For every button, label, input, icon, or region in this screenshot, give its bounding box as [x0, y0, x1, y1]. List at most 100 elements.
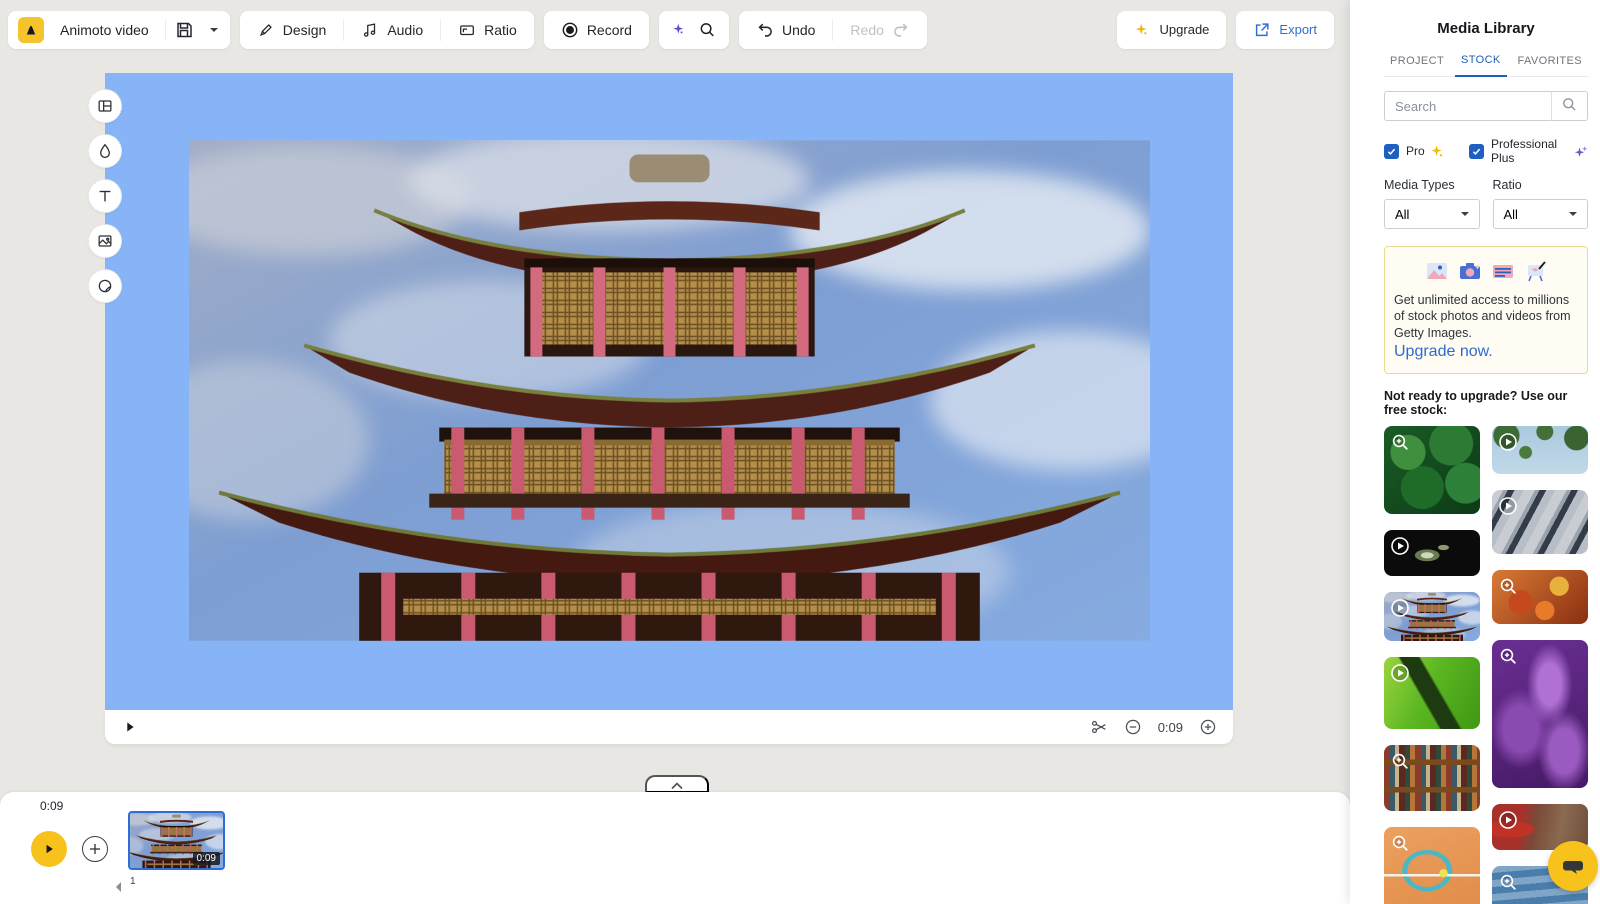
zoom-icon: [1498, 872, 1518, 892]
record-group: Record: [544, 11, 649, 49]
zoom-icon: [1390, 751, 1410, 771]
layout-icon: [96, 97, 114, 115]
timeline-play-button[interactable]: [31, 831, 67, 867]
edit-group: Design Audio Ratio: [240, 11, 534, 49]
timeline-expand-handle[interactable]: [645, 775, 709, 793]
chevron-down-icon: [1461, 212, 1469, 220]
toolbar-right: Upgrade Export: [1117, 11, 1334, 49]
plus-icon: [89, 843, 101, 855]
chevron-up-icon: [670, 782, 684, 790]
tab-stock[interactable]: STOCK: [1455, 54, 1507, 77]
check-icon: [1471, 146, 1482, 157]
stock-thumb-jellyfish[interactable]: [1492, 640, 1588, 788]
pagoda-video-frame[interactable]: [189, 140, 1150, 641]
chat-button[interactable]: [1548, 841, 1598, 891]
search-input[interactable]: [1385, 99, 1551, 114]
history-group: Undo Redo: [739, 11, 927, 49]
stock-thumb-flower-dark[interactable]: [1384, 530, 1480, 576]
stock-thumb-pagoda[interactable]: [1384, 592, 1480, 641]
stock-thumb-palms[interactable]: [1492, 426, 1588, 474]
sparkle-icon: [1134, 21, 1152, 39]
play-icon: [1390, 663, 1410, 683]
ratio-filter-label: Ratio: [1493, 178, 1589, 192]
export-button[interactable]: Export: [1236, 11, 1334, 49]
ratio-button[interactable]: Ratio: [441, 11, 534, 49]
stock-grid-column-left: [1384, 426, 1480, 904]
playback-bar: 0:09: [105, 710, 1233, 744]
zoom-out-button[interactable]: [1124, 718, 1142, 736]
droplet-icon: [96, 142, 114, 160]
undo-label: Undo: [782, 22, 815, 38]
record-label: Record: [587, 22, 632, 38]
side-tool-rail: [88, 89, 122, 303]
upgrade-group: Upgrade: [1117, 11, 1227, 49]
stock-thumb-bridge[interactable]: [1492, 490, 1588, 554]
stock-thumb-basil[interactable]: [1384, 426, 1480, 514]
audio-button[interactable]: Audio: [344, 11, 440, 49]
design-button[interactable]: Design: [240, 11, 344, 49]
pro-label: Pro: [1406, 144, 1425, 158]
video-canvas[interactable]: [105, 73, 1233, 710]
upsell-text: Get unlimited access to millions of stoc…: [1394, 292, 1578, 341]
media-types-label: Media Types: [1384, 178, 1480, 192]
image-icon: [96, 232, 114, 250]
free-stock-heading: Not ready to upgrade? Use our free stock…: [1384, 389, 1588, 417]
stickers-tool-button[interactable]: [88, 269, 122, 303]
redo-icon: [892, 21, 910, 39]
save-button[interactable]: [166, 11, 202, 49]
scissors-icon: [1090, 718, 1108, 736]
text-tool-button[interactable]: [88, 179, 122, 213]
pro-sparkle-icon: [1430, 144, 1445, 159]
play-icon: [42, 842, 56, 856]
magic-search-button[interactable]: [659, 11, 729, 49]
save-options-dropdown[interactable]: [202, 11, 230, 49]
scroll-left-icon[interactable]: [111, 882, 121, 892]
play-button[interactable]: [121, 710, 139, 744]
animoto-logo-icon[interactable]: [18, 17, 44, 43]
media-library-tabs: PROJECT STOCK FAVORITES: [1384, 54, 1588, 77]
export-icon: [1253, 21, 1271, 39]
project-title[interactable]: Animoto video: [44, 22, 165, 38]
ratio-label: Ratio: [484, 22, 517, 38]
stock-thumb-autumn[interactable]: [1492, 570, 1588, 624]
add-block-button[interactable]: [82, 836, 108, 862]
pro-checkbox[interactable]: [1384, 144, 1399, 159]
zoom-icon: [1498, 646, 1518, 666]
professional-plus-filter: Professional Plus: [1469, 137, 1588, 165]
filter-dropdowns: Media Types All Ratio All: [1384, 178, 1588, 229]
professional-plus-checkbox[interactable]: [1469, 144, 1484, 159]
ratio-dropdown[interactable]: All: [1493, 199, 1589, 229]
stock-thumb-tennis[interactable]: [1384, 827, 1480, 904]
stock-grid: [1384, 426, 1588, 904]
layout-tool-button[interactable]: [88, 89, 122, 123]
minus-circle-icon: [1124, 718, 1142, 736]
playback-controls: 0:09: [1090, 718, 1217, 736]
trim-button[interactable]: [1090, 718, 1108, 736]
playback-time: 0:09: [1158, 720, 1183, 735]
license-filters: Pro Professional Plus: [1384, 137, 1588, 165]
plus-sparkle-icon: [1574, 144, 1588, 159]
audio-label: Audio: [387, 22, 423, 38]
redo-button[interactable]: Redo: [833, 11, 926, 49]
stock-thumb-leaf-macro[interactable]: [1384, 657, 1480, 729]
zoom-in-button[interactable]: [1199, 718, 1217, 736]
upgrade-now-link[interactable]: Upgrade now.: [1394, 343, 1493, 361]
sticker-icon: [96, 277, 114, 295]
undo-button[interactable]: Undo: [739, 11, 832, 49]
style-tool-button[interactable]: [88, 134, 122, 168]
frame-icon: [458, 21, 476, 39]
stock-grid-column-right: [1492, 426, 1588, 904]
upgrade-button[interactable]: Upgrade: [1117, 11, 1227, 49]
stock-thumb-bookshelf[interactable]: [1384, 745, 1480, 811]
search-icon[interactable]: [1551, 91, 1587, 121]
tab-favorites[interactable]: FAVORITES: [1511, 54, 1588, 76]
media-types-dropdown[interactable]: All: [1384, 199, 1480, 229]
record-button[interactable]: Record: [544, 11, 649, 49]
media-types-value: All: [1395, 207, 1409, 222]
magic-search-group: [659, 11, 729, 49]
timeline-clip[interactable]: 0:09: [128, 811, 225, 870]
zoom-icon: [1498, 576, 1518, 596]
tab-project[interactable]: PROJECT: [1384, 54, 1450, 76]
media-tool-button[interactable]: [88, 224, 122, 258]
design-label: Design: [283, 22, 327, 38]
